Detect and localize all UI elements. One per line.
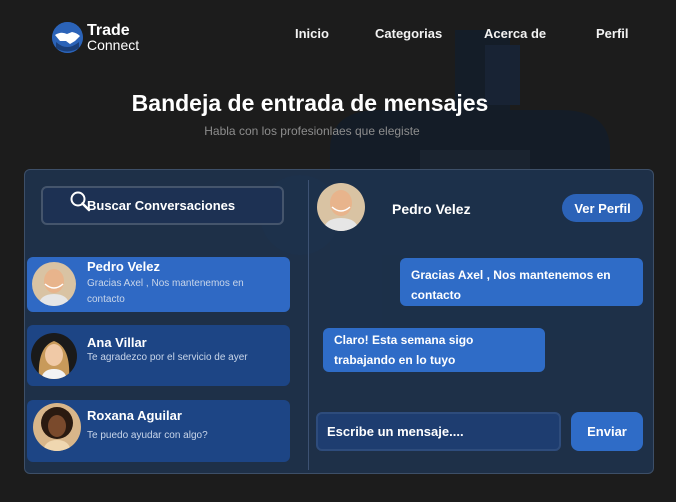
page-subtitle: Habla con los profesionlaes que elegiste [204,124,420,138]
conversation-name: Ana Villar [87,335,147,350]
conversation-preview: Gracias Axel , Nos mantenemos en contact… [87,278,244,305]
nav-categorias[interactable]: Categorias [375,26,442,41]
avatar [31,333,77,379]
panel-divider [308,180,309,470]
conversation-preview: Te agradezco por el servicio de ayer [87,352,248,363]
message-bubble-sent: Gracias Axel , Nos mantenemos en contact… [400,258,643,306]
nav-inicio[interactable]: Inicio [295,26,329,41]
view-profile-button[interactable]: Ver Perfil [562,194,643,222]
conversation-name: Pedro Velez [87,259,160,274]
contact-name: Pedro Velez [392,201,471,217]
top-navbar: Trade Connect Inicio Categorias Acerca d… [0,0,676,72]
nav-acerca-de[interactable]: Acerca de [484,26,546,41]
nav-perfil[interactable]: Perfil [596,26,629,41]
avatar [32,262,76,306]
conversation-name: Roxana Aguilar [87,408,182,423]
conversation-item-pedro-velez[interactable]: Pedro Velez Gracias Axel , Nos mantenemo… [27,257,290,312]
send-button[interactable]: Enviar [571,412,643,451]
conversation-item-roxana-aguilar[interactable]: Roxana Aguilar Te puedo ayudar con algo? [27,400,290,462]
search-label: Buscar Conversaciones [87,198,236,213]
messages-panel: Buscar Conversaciones Pedro Velez Gracia… [24,169,654,474]
conversation-item-ana-villar[interactable]: Ana Villar Te agradezco por el servicio … [27,325,290,386]
message-bubble-received: Claro! Esta semana sigo trabajando en lo… [323,328,545,372]
contact-avatar[interactable] [317,183,365,231]
message-input[interactable] [316,412,561,451]
search-conversations-button[interactable]: Buscar Conversaciones [41,186,284,225]
conversation-preview: Te puedo ayudar con algo? [87,430,208,441]
search-icon [70,191,91,212]
avatar [33,403,81,451]
page-title: Bandeja de entrada de mensajes [131,90,489,116]
